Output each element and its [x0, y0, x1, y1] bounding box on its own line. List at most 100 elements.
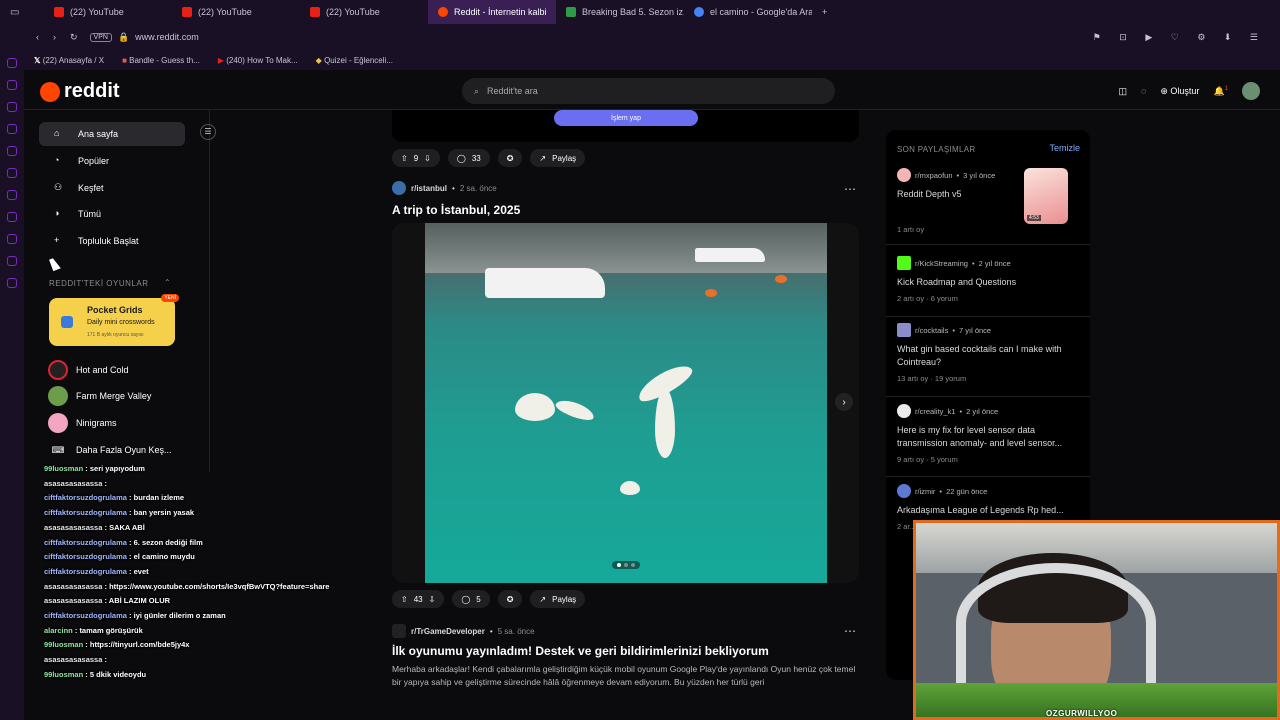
- forward-icon[interactable]: ›: [53, 32, 56, 42]
- comment-icon: ◯: [461, 594, 471, 604]
- previous-post-media: İşlem yap: [392, 110, 859, 142]
- tab-google[interactable]: el camino - Google'da Ara: [684, 0, 812, 24]
- instagram-icon[interactable]: [7, 58, 17, 68]
- nav-start-community[interactable]: + Topluluk Başlat: [39, 229, 185, 253]
- tab-strip-menu[interactable]: ▭: [0, 0, 44, 24]
- notification-icon[interactable]: 🔔1: [1213, 86, 1228, 97]
- reddit-logo[interactable]: reddit: [40, 80, 120, 103]
- bookmark-x[interactable]: 𝕏 (22) Anasayfa / X: [34, 56, 104, 65]
- more-options-icon[interactable]: ⋯: [844, 182, 856, 196]
- nav-popular[interactable]: ◔ Popüler: [39, 149, 185, 173]
- tab-youtube-1[interactable]: (22) YouTube: [44, 0, 172, 24]
- tab-label: (22) YouTube: [70, 7, 124, 17]
- nav-home[interactable]: ⌂ Ana sayfa: [39, 122, 185, 146]
- whatsapp-icon[interactable]: [7, 80, 17, 90]
- comments-button[interactable]: ◯ 33: [447, 149, 490, 167]
- tab-label: Reddit - İnternetin kalbi: [454, 7, 547, 17]
- left-sidebar: ⌂ Ana sayfa ◔ Popüler ⚇ Keşfet ◑ Tümü + Toplu…: [24, 110, 216, 472]
- action-button[interactable]: İşlem yap: [554, 110, 698, 126]
- url-field[interactable]: www.reddit.com: [135, 32, 199, 42]
- chat-line: 99luosman : 5 dkik videoydu: [44, 669, 147, 679]
- discord-icon[interactable]: [7, 168, 17, 178]
- vote-control[interactable]: ⇧ 9 ⇩: [392, 149, 440, 167]
- bookmark-quizei[interactable]: ◆ Quizei - Eğlenceli...: [316, 56, 393, 65]
- nav-all[interactable]: ◑ Tümü: [39, 202, 185, 226]
- games-section-header[interactable]: REDDIT'TEKİ OYUNLAR: [49, 279, 148, 288]
- seagull: [620, 481, 640, 495]
- history-icon[interactable]: [7, 234, 17, 244]
- chevron-up-icon[interactable]: ⌃: [164, 278, 171, 287]
- bookmark-bandle[interactable]: ■ Bandle - Guess th...: [122, 56, 200, 65]
- pocket-grids-card[interactable]: YENİ Pocket Grids Daily mini crosswords …: [49, 294, 179, 346]
- post-body: Merhaba arkadaşlar! Kendi çabalarımla ge…: [392, 664, 856, 687]
- share-button[interactable]: ↗ Paylaş: [530, 149, 586, 167]
- vpn-badge[interactable]: VPN: [89, 32, 112, 42]
- game-ninigrams[interactable]: Ninigrams: [48, 411, 117, 435]
- new-tab-button[interactable]: +: [812, 0, 836, 24]
- nav-explore[interactable]: ⚇ Keşfet: [39, 176, 185, 200]
- recent-post[interactable]: r/KickStreaming • 2 yıl önce Kick Roadma…: [897, 256, 1083, 303]
- recent-post-title: What gin based cocktails can I make with…: [897, 344, 1062, 367]
- recent-post-title: Arkadaşıma League of Legends Rp hed...: [897, 505, 1064, 515]
- comments-button[interactable]: ◯ 5: [452, 590, 490, 608]
- game-hot-and-cold[interactable]: Hot and Cold: [48, 358, 129, 382]
- headset: [956, 563, 1156, 683]
- recent-post[interactable]: r/creality_k1 • 2 yıl önce Here is my fi…: [897, 404, 1083, 464]
- toolbar-icons[interactable]: ⚑ ⊡ ▶ ♡ ⚙ ⬇ ☰: [1093, 32, 1266, 43]
- new-badge: YENİ: [161, 294, 179, 302]
- post-meta: r/istanbul • 2 sa. önce: [392, 181, 497, 195]
- sidebar-toggle-icon[interactable]: ☰: [200, 124, 216, 140]
- create-button[interactable]: ⊕ Oluştur: [1160, 86, 1199, 97]
- tab-youtube-2[interactable]: (22) YouTube: [172, 0, 300, 24]
- telegram-icon[interactable]: [7, 124, 17, 134]
- upvote-icon: ⇧: [401, 153, 408, 163]
- subreddit-link[interactable]: r/istanbul: [411, 184, 447, 193]
- clear-button[interactable]: Temizle: [1049, 143, 1080, 153]
- tab-youtube-3[interactable]: (22) YouTube: [300, 0, 428, 24]
- tab-label: (22) YouTube: [198, 7, 252, 17]
- post-title[interactable]: İlk oyunumu yayınladım! Destek ve geri b…: [392, 644, 769, 658]
- more-games[interactable]: ⌨ Daha Fazla Oyun Keş...: [48, 438, 172, 462]
- tab-reddit[interactable]: Reddit - İnternetin kalbi: [428, 0, 556, 24]
- post-title[interactable]: A trip to İstanbul, 2025: [392, 203, 520, 217]
- game-farm-merge[interactable]: Farm Merge Valley: [48, 384, 151, 408]
- extensions-icon[interactable]: [7, 278, 17, 288]
- subreddit-link[interactable]: r/TrGameDeveloper: [411, 627, 485, 636]
- more-options-icon[interactable]: ⋯: [844, 624, 856, 638]
- ads-icon[interactable]: ◫: [1119, 86, 1128, 97]
- award-button[interactable]: ✪: [497, 149, 523, 167]
- recent-post[interactable]: r/cocktails • 7 yıl önce What gin based …: [897, 323, 1083, 383]
- subreddit-avatar[interactable]: [392, 181, 406, 195]
- vote-control[interactable]: ⇧ 43 ⇩: [392, 590, 445, 608]
- vk-icon[interactable]: [7, 102, 17, 112]
- player-icon[interactable]: [7, 256, 17, 266]
- avatar[interactable]: [1242, 82, 1260, 100]
- back-icon[interactable]: ‹: [36, 32, 39, 42]
- all-icon: ◑: [54, 208, 60, 218]
- browser-sidebar: [0, 24, 24, 720]
- tab-label: el camino - Google'da Ara: [710, 7, 812, 17]
- subreddit-avatar[interactable]: [392, 624, 406, 638]
- spotify-icon[interactable]: [7, 190, 17, 200]
- recent-post-thumbnail[interactable]: 4:53: [1024, 168, 1068, 224]
- game-desc: Daily mini crosswords: [87, 319, 155, 326]
- subreddit-avatar: [897, 404, 911, 418]
- boat: [695, 248, 765, 262]
- carousel-next-icon[interactable]: ›: [835, 393, 853, 411]
- award-button[interactable]: ✪: [497, 590, 523, 608]
- reload-icon[interactable]: ↻: [70, 32, 78, 43]
- kick-icon: [897, 256, 911, 270]
- tab-breaking-bad[interactable]: Breaking Bad 5. Sezon iz...: [556, 0, 684, 24]
- address-bar: ‹ › ↻ VPN 🔒 www.reddit.com ⚑ ⊡ ▶ ♡ ⚙ ⬇ ☰: [0, 24, 1280, 50]
- tab-label: Breaking Bad 5. Sezon iz...: [582, 7, 684, 17]
- search-input[interactable]: ⌕ Reddit'te ara: [462, 78, 835, 104]
- reddit-icon: [438, 7, 448, 17]
- share-button[interactable]: ↗ Paylaş: [530, 590, 586, 608]
- bookmark-youtube[interactable]: ▶ (240) How To Mak...: [218, 56, 298, 65]
- recent-post-stats: 9 artı oy · 5 yorum: [897, 455, 958, 464]
- game-title: Pocket Grids: [87, 305, 143, 315]
- tiktok-icon[interactable]: [7, 146, 17, 156]
- x-icon[interactable]: [7, 212, 17, 222]
- post-image-carousel[interactable]: ›: [392, 223, 859, 583]
- chat-icon[interactable]: ◌: [1141, 86, 1146, 96]
